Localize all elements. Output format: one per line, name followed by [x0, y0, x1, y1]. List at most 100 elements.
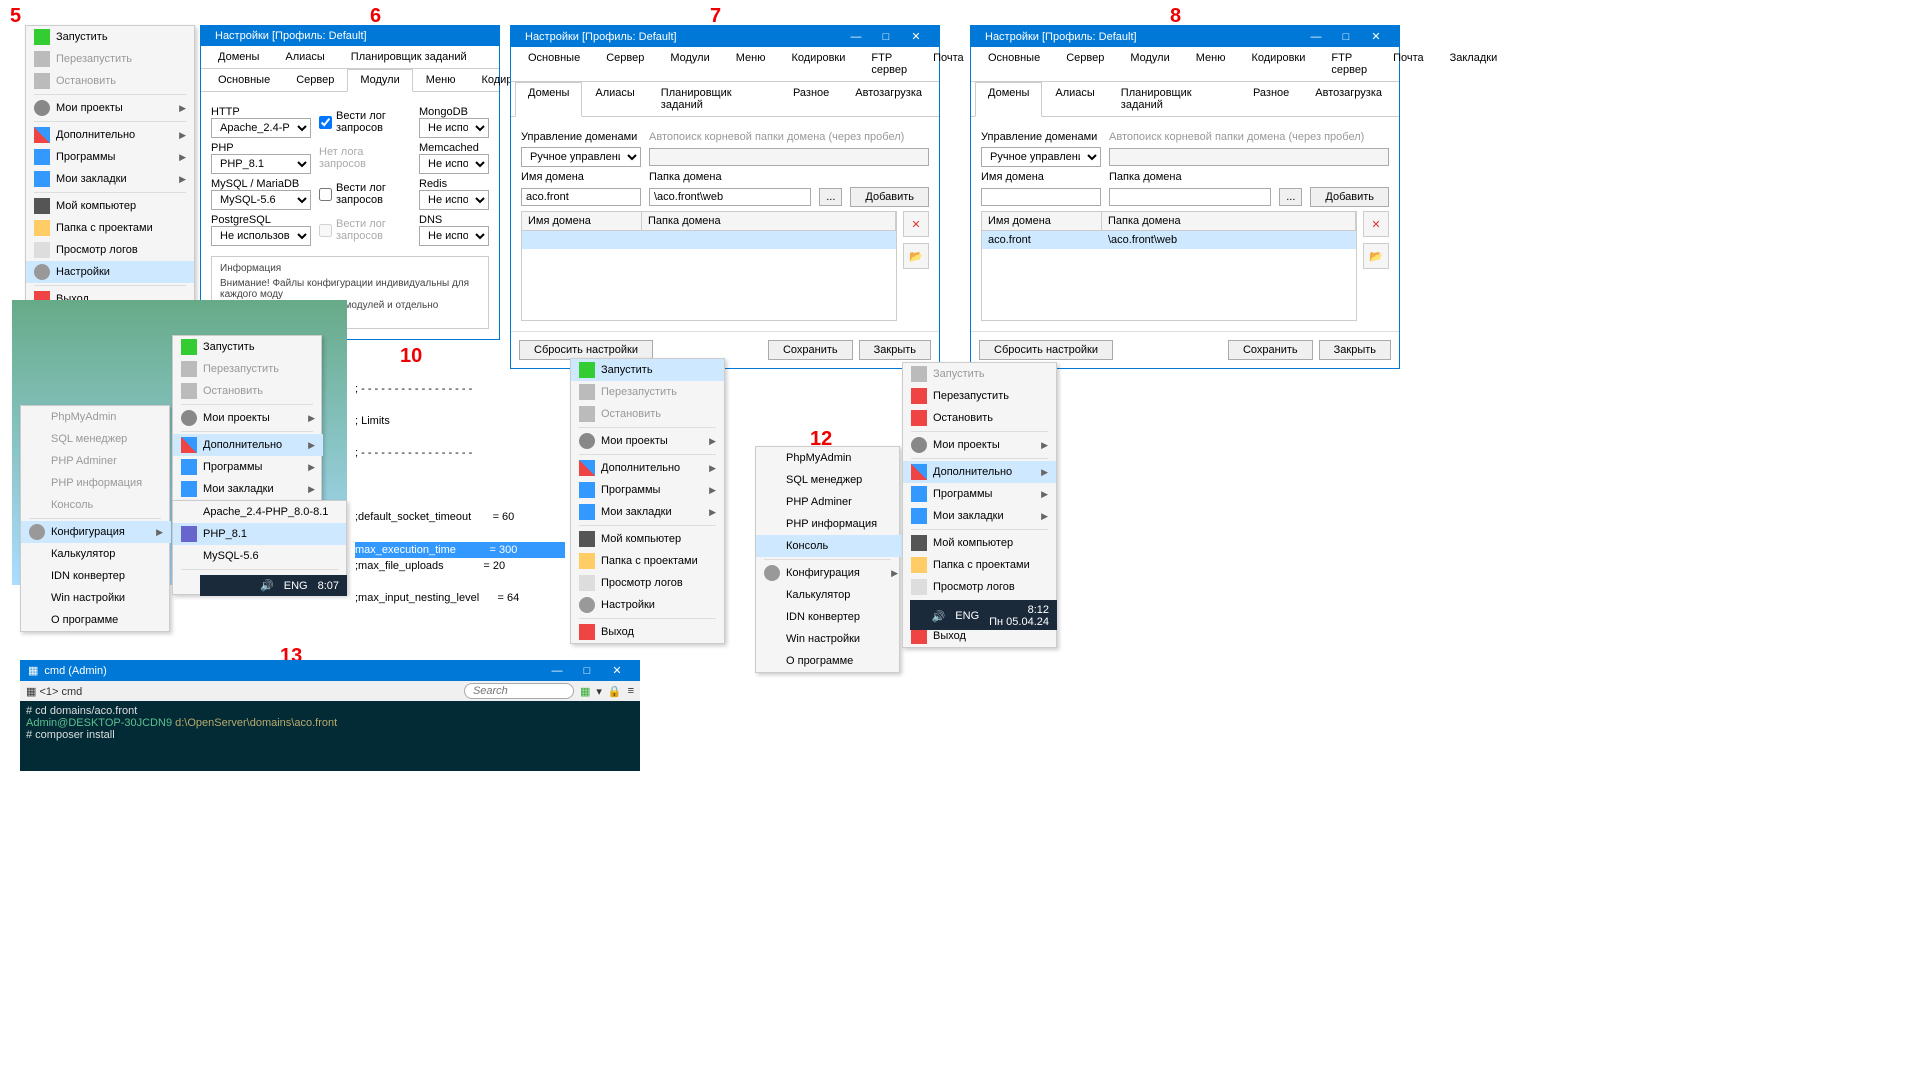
open-row-button[interactable]: 📂	[903, 243, 929, 269]
inp-dfolder[interactable]	[1109, 188, 1271, 206]
mi-additional[interactable]: Дополнительно▶	[26, 124, 194, 146]
sm-idn[interactable]: IDN конвертер	[756, 606, 906, 628]
mi-myprojects[interactable]: Мои проекты▶	[571, 430, 724, 452]
mi-stop[interactable]: Остановить	[571, 403, 724, 425]
sm-wins[interactable]: Win настройки	[756, 628, 906, 650]
add-button[interactable]: Добавить	[850, 187, 929, 207]
save-button[interactable]: Сохранить	[1228, 340, 1313, 360]
sm-pma[interactable]: PhpMyAdmin	[21, 406, 171, 428]
mi-start[interactable]: Запустить	[173, 336, 323, 358]
cfg-mysql[interactable]: MySQL-5.6	[173, 545, 346, 567]
sel-mgmt[interactable]: Ручное управление	[981, 147, 1101, 167]
t1-5[interactable]: FTP сервер	[1318, 47, 1380, 81]
sm-phpa[interactable]: PHP Adminer	[21, 450, 171, 472]
menu-icon[interactable]: ≡	[628, 685, 634, 697]
sel-mysql[interactable]: MySQL-5.6	[211, 190, 311, 210]
chk-mysql-log[interactable]	[319, 188, 332, 201]
mi-bookmarks[interactable]: Мои закладки▶	[903, 505, 1056, 527]
tb-lang[interactable]: ENG	[955, 610, 979, 622]
mi-settings[interactable]: Настройки	[26, 261, 194, 283]
mi-stop[interactable]: Остановить	[26, 70, 194, 92]
t1-1[interactable]: Сервер	[1053, 47, 1117, 81]
browse-button[interactable]: ...	[1279, 188, 1302, 206]
minimize-button[interactable]: —	[1301, 31, 1331, 43]
sm-phpa[interactable]: PHP Adminer	[756, 491, 906, 513]
highlighted-line[interactable]: max_execution_time = 300	[355, 542, 565, 558]
t1-3[interactable]: Меню	[723, 47, 779, 81]
tool-icon[interactable]: ▾	[596, 685, 602, 698]
maximize-button[interactable]: □	[572, 665, 602, 677]
mi-myprojects[interactable]: Мои проекты▶	[26, 97, 194, 119]
mi-restart[interactable]: Перезапустить	[26, 48, 194, 70]
mi-programs[interactable]: Программы▶	[26, 146, 194, 168]
t1-6[interactable]: Почта	[1380, 47, 1437, 81]
search-input[interactable]	[464, 683, 574, 699]
mi-projfolder[interactable]: Папка с проектами	[903, 554, 1056, 576]
mi-projfolder[interactable]: Папка с проектами	[26, 217, 194, 239]
close-button[interactable]: ✕	[602, 664, 632, 677]
mi-start[interactable]: Запустить	[571, 359, 724, 381]
close-button2[interactable]: Закрыть	[1319, 340, 1391, 360]
delete-row-button[interactable]: ✕	[1363, 211, 1389, 237]
mi-additional[interactable]: Дополнительно▶	[173, 434, 323, 456]
sm-wins[interactable]: Win настройки	[21, 587, 171, 609]
t1-1[interactable]: Сервер	[593, 47, 657, 81]
mi-stop[interactable]: Остановить	[903, 407, 1056, 429]
t2-4[interactable]: Автозагрузка	[842, 82, 935, 116]
sm-conf[interactable]: Конфигурация▶	[21, 521, 171, 543]
sel-redis[interactable]: Не использовать	[419, 190, 489, 210]
tab-scheduler[interactable]: Планировщик заданий	[338, 46, 480, 68]
sel-mgmt[interactable]: Ручное управление	[521, 147, 641, 167]
t2-0[interactable]: Домены	[975, 82, 1042, 117]
open-row-button[interactable]: 📂	[1363, 243, 1389, 269]
t1-3[interactable]: Меню	[1183, 47, 1239, 81]
mi-restart[interactable]: Перезапустить	[173, 358, 323, 380]
sm-conf[interactable]: Конфигурация▶	[756, 562, 906, 584]
t1-2[interactable]: Модули	[657, 47, 722, 81]
mi-bookmarks[interactable]: Мои закладки▶	[173, 478, 323, 500]
mi-programs[interactable]: Программы▶	[903, 483, 1056, 505]
sm-cons[interactable]: Консоль	[756, 535, 906, 557]
sel-dns[interactable]: Не использовать	[419, 226, 489, 246]
tab2-modules[interactable]: Модули	[347, 69, 412, 92]
cfg-php[interactable]: PHP_8.1	[173, 523, 346, 545]
delete-row-button[interactable]: ✕	[903, 211, 929, 237]
term-tab[interactable]: ▦ <1> cmd	[26, 685, 82, 698]
sm-sqlm[interactable]: SQL менеджер	[756, 469, 906, 491]
sm-phpi[interactable]: PHP информация	[21, 472, 171, 494]
inp-dfolder[interactable]	[649, 188, 811, 206]
mi-mycomputer[interactable]: Мой компьютер	[903, 532, 1056, 554]
t1-7[interactable]: Закладки	[1437, 47, 1511, 81]
mi-myprojects[interactable]: Мои проекты▶	[173, 407, 323, 429]
t1-2[interactable]: Модули	[1117, 47, 1182, 81]
t2-3[interactable]: Разное	[780, 82, 842, 116]
mi-programs[interactable]: Программы▶	[571, 479, 724, 501]
t2-2[interactable]: Планировщик заданий	[1108, 82, 1240, 116]
t2-0[interactable]: Домены	[515, 82, 582, 117]
sm-about[interactable]: О программе	[756, 650, 906, 672]
mi-restart[interactable]: Перезапустить	[571, 381, 724, 403]
sel-memc[interactable]: Не использовать	[419, 154, 489, 174]
close-button2[interactable]: Закрыть	[859, 340, 931, 360]
table-row[interactable]: aco.front\aco.front\web	[982, 231, 1356, 249]
mi-exit[interactable]: Выход	[571, 621, 724, 643]
sel-php[interactable]: PHP_8.1	[211, 154, 311, 174]
sm-idn[interactable]: IDN конвертер	[21, 565, 171, 587]
reset-button[interactable]: Сбросить настройки	[519, 340, 653, 360]
sm-calc[interactable]: Калькулятор	[21, 543, 171, 565]
t2-1[interactable]: Алиасы	[582, 82, 647, 116]
inp-dname[interactable]	[981, 188, 1101, 206]
mi-additional[interactable]: Дополнительно▶	[903, 461, 1056, 483]
sm-calc[interactable]: Калькулятор	[756, 584, 906, 606]
mi-viewlogs[interactable]: Просмотр логов	[571, 572, 724, 594]
maximize-button[interactable]: □	[1331, 31, 1361, 43]
save-button[interactable]: Сохранить	[768, 340, 853, 360]
mi-myprojects[interactable]: Мои проекты▶	[903, 434, 1056, 456]
tab2-menu[interactable]: Меню	[413, 69, 469, 91]
sm-phpi[interactable]: PHP информация	[756, 513, 906, 535]
t2-2[interactable]: Планировщик заданий	[648, 82, 780, 116]
mi-restart[interactable]: Перезапустить	[903, 385, 1056, 407]
t2-4[interactable]: Автозагрузка	[1302, 82, 1395, 116]
mi-mycomputer[interactable]: Мой компьютер	[571, 528, 724, 550]
tab2-server[interactable]: Сервер	[283, 69, 347, 91]
